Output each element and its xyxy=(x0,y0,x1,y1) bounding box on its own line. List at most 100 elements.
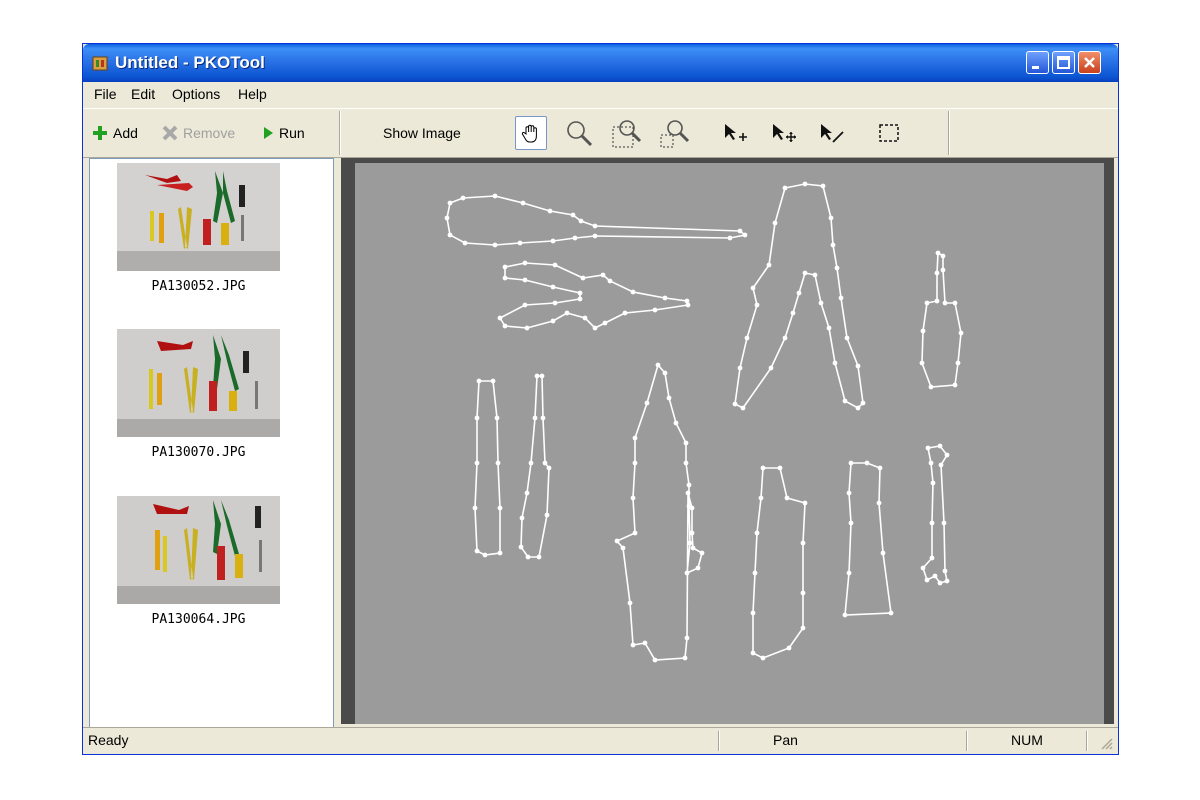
outline-control-point[interactable] xyxy=(937,443,943,449)
outline-control-point[interactable] xyxy=(942,568,948,574)
outline-control-point[interactable] xyxy=(607,278,613,284)
outline-control-point[interactable] xyxy=(935,250,941,256)
outline-control-point[interactable] xyxy=(447,200,453,206)
outline-control-point[interactable] xyxy=(928,384,934,390)
hand-pan-tool[interactable] xyxy=(515,116,547,150)
outline-control-point[interactable] xyxy=(772,220,778,226)
outline-control-point[interactable] xyxy=(666,395,672,401)
outline-control-point[interactable] xyxy=(444,215,450,221)
outline-control-point[interactable] xyxy=(818,300,824,306)
outline-control-point[interactable] xyxy=(627,600,633,606)
outline-control-point[interactable] xyxy=(941,520,947,526)
outline-control-point[interactable] xyxy=(924,577,930,583)
outline-control-point[interactable] xyxy=(760,655,766,661)
outline-control-point[interactable] xyxy=(632,435,638,441)
outline-control-point[interactable] xyxy=(876,500,882,506)
outline-control-point[interactable] xyxy=(802,270,808,276)
edit-point-tool[interactable] xyxy=(815,116,847,150)
title-bar[interactable]: Untitled - PKOTool xyxy=(83,44,1118,82)
add-point-tool[interactable] xyxy=(719,116,751,150)
outline-control-point[interactable] xyxy=(940,253,946,259)
outline-control-point[interactable] xyxy=(782,185,788,191)
tool-outline-path[interactable] xyxy=(498,262,689,329)
outline-control-point[interactable] xyxy=(662,370,668,376)
thumbnail-item[interactable]: PA130070.JPG xyxy=(117,329,280,460)
outline-control-point[interactable] xyxy=(928,460,934,466)
outline-control-point[interactable] xyxy=(497,550,503,556)
outline-control-point[interactable] xyxy=(802,500,808,506)
outline-control-point[interactable] xyxy=(758,495,764,501)
outline-control-point[interactable] xyxy=(630,495,636,501)
outline-control-point[interactable] xyxy=(944,578,950,584)
outline-control-point[interactable] xyxy=(790,310,796,316)
outline-control-point[interactable] xyxy=(812,272,818,278)
outline-control-point[interactable] xyxy=(737,228,743,234)
outline-control-point[interactable] xyxy=(750,650,756,656)
outline-control-point[interactable] xyxy=(540,415,546,421)
outline-control-point[interactable] xyxy=(955,360,961,366)
outline-control-point[interactable] xyxy=(544,512,550,518)
outline-control-point[interactable] xyxy=(492,242,498,248)
outline-control-point[interactable] xyxy=(518,544,524,550)
menu-help[interactable]: Help xyxy=(238,86,267,102)
outline-control-point[interactable] xyxy=(685,490,691,496)
outline-control-point[interactable] xyxy=(786,645,792,651)
outline-control-point[interactable] xyxy=(777,465,783,471)
outline-control-point[interactable] xyxy=(497,315,503,321)
outline-control-point[interactable] xyxy=(760,465,766,471)
outline-control-point[interactable] xyxy=(550,238,556,244)
tool-outline-path[interactable] xyxy=(844,462,892,616)
outline-control-point[interactable] xyxy=(888,610,894,616)
outline-control-point[interactable] xyxy=(673,420,679,426)
outline-control-point[interactable] xyxy=(642,640,648,646)
outline-control-point[interactable] xyxy=(502,323,508,329)
outline-control-point[interactable] xyxy=(652,307,658,313)
outline-control-point[interactable] xyxy=(524,325,530,331)
outline-control-point[interactable] xyxy=(842,612,848,618)
outline-control-point[interactable] xyxy=(474,460,480,466)
outline-control-point[interactable] xyxy=(940,267,946,273)
outline-control-point[interactable] xyxy=(929,520,935,526)
outline-control-point[interactable] xyxy=(552,262,558,268)
outline-control-point[interactable] xyxy=(800,540,806,546)
outline-control-point[interactable] xyxy=(552,300,558,306)
outline-control-point[interactable] xyxy=(546,465,552,471)
outline-control-point[interactable] xyxy=(472,505,478,511)
outline-control-point[interactable] xyxy=(517,240,523,246)
outline-control-point[interactable] xyxy=(766,262,772,268)
outline-control-point[interactable] xyxy=(644,400,650,406)
outline-control-point[interactable] xyxy=(934,298,940,304)
outline-control-point[interactable] xyxy=(848,520,854,526)
zoom-region-tool[interactable] xyxy=(611,116,643,150)
outline-control-point[interactable] xyxy=(474,548,480,554)
outline-control-point[interactable] xyxy=(800,590,806,596)
outline-control-point[interactable] xyxy=(578,218,584,224)
thumbnail-item[interactable]: PA130052.JPG xyxy=(117,163,280,294)
outline-control-point[interactable] xyxy=(474,415,480,421)
outline-control-point[interactable] xyxy=(844,335,850,341)
outline-control-point[interactable] xyxy=(864,460,870,466)
outline-control-point[interactable] xyxy=(482,552,488,558)
outline-control-point[interactable] xyxy=(532,415,538,421)
show-image-button[interactable]: Show Image xyxy=(383,121,461,145)
outline-control-point[interactable] xyxy=(686,482,692,488)
outline-control-point[interactable] xyxy=(699,550,705,556)
outline-control-point[interactable] xyxy=(687,540,693,546)
tool-outline-path[interactable] xyxy=(921,251,962,388)
run-button[interactable]: Run xyxy=(261,121,305,145)
outline-control-point[interactable] xyxy=(877,465,883,471)
thumbnail-item[interactable]: PA130064.JPG xyxy=(117,496,280,627)
outline-control-point[interactable] xyxy=(652,657,658,663)
outline-control-point[interactable] xyxy=(737,365,743,371)
image-list-panel[interactable]: PA130052.JPG PA130070.JPG PA130064.JPG xyxy=(89,158,334,728)
outline-control-point[interactable] xyxy=(582,315,588,321)
outline-control-point[interactable] xyxy=(542,460,548,466)
outline-control-point[interactable] xyxy=(447,232,453,238)
outline-control-point[interactable] xyxy=(689,505,695,511)
outline-control-point[interactable] xyxy=(630,642,636,648)
outline-control-point[interactable] xyxy=(784,495,790,501)
outline-control-point[interactable] xyxy=(925,445,931,451)
outline-control-point[interactable] xyxy=(577,296,583,302)
outline-control-point[interactable] xyxy=(846,570,852,576)
tool-outline-path[interactable] xyxy=(520,375,550,558)
